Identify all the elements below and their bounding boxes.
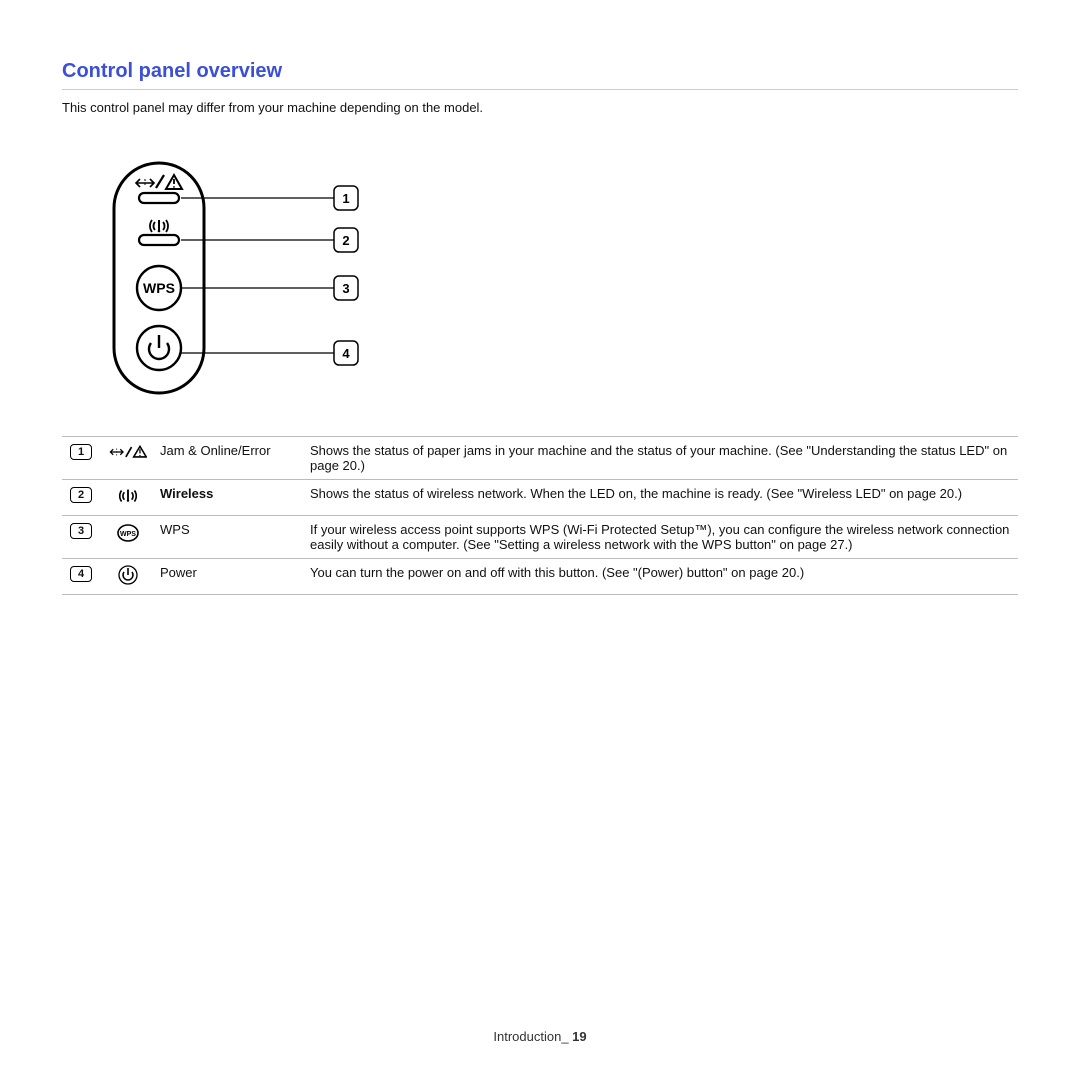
callout-2: 2 [342, 233, 349, 248]
row-num: 4 [70, 566, 92, 582]
table-row: 1 Jam & Online/Error Shows the [62, 437, 1018, 480]
callout-4: 4 [342, 346, 350, 361]
row-desc: You can turn the power on and off with t… [310, 565, 804, 580]
section-title: Control panel overview [62, 60, 1018, 90]
row-num: 3 [70, 523, 92, 539]
row-label: Power [160, 565, 197, 580]
wps-icon: WPS [117, 522, 139, 547]
table-row: 4 Power You can turn the power on and of… [62, 559, 1018, 595]
table-row: 3 WPS WPS If your wireless access point … [62, 516, 1018, 559]
table-row: 2 Wireless Shows the status of wireless … [62, 480, 1018, 516]
callout-3: 3 [342, 281, 349, 296]
page-footer: Introduction_ 19 [0, 1029, 1080, 1044]
callout-1: 1 [342, 191, 349, 206]
row-label: Wireless [160, 486, 213, 501]
wps-button-label: WPS [143, 280, 175, 296]
jam-error-icon [109, 443, 147, 464]
control-panel-table: 1 Jam & Online/Error Shows the [62, 436, 1018, 595]
row-desc: Shows the status of wireless network. Wh… [310, 486, 962, 501]
row-num: 2 [70, 487, 92, 503]
power-icon [149, 335, 169, 359]
row-desc: Shows the status of paper jams in your m… [310, 443, 1007, 473]
footer-sep: _ [561, 1029, 572, 1044]
intro-text: This control panel may differ from your … [62, 100, 1018, 115]
row-desc: If your wireless access point supports W… [310, 522, 1009, 552]
row-num: 1 [70, 444, 92, 460]
footer-chapter: Introduction [493, 1029, 561, 1044]
wireless-icon [150, 220, 168, 232]
row-label: WPS [160, 522, 190, 537]
wireless-icon [117, 486, 139, 509]
control-panel-diagram: 1 2 WPS 3 [104, 153, 1018, 406]
power-icon [118, 565, 138, 588]
footer-page-number: 19 [572, 1029, 586, 1044]
jam-error-icon [136, 175, 182, 189]
row-label: Jam & Online/Error [160, 443, 271, 458]
svg-text:WPS: WPS [120, 531, 136, 538]
